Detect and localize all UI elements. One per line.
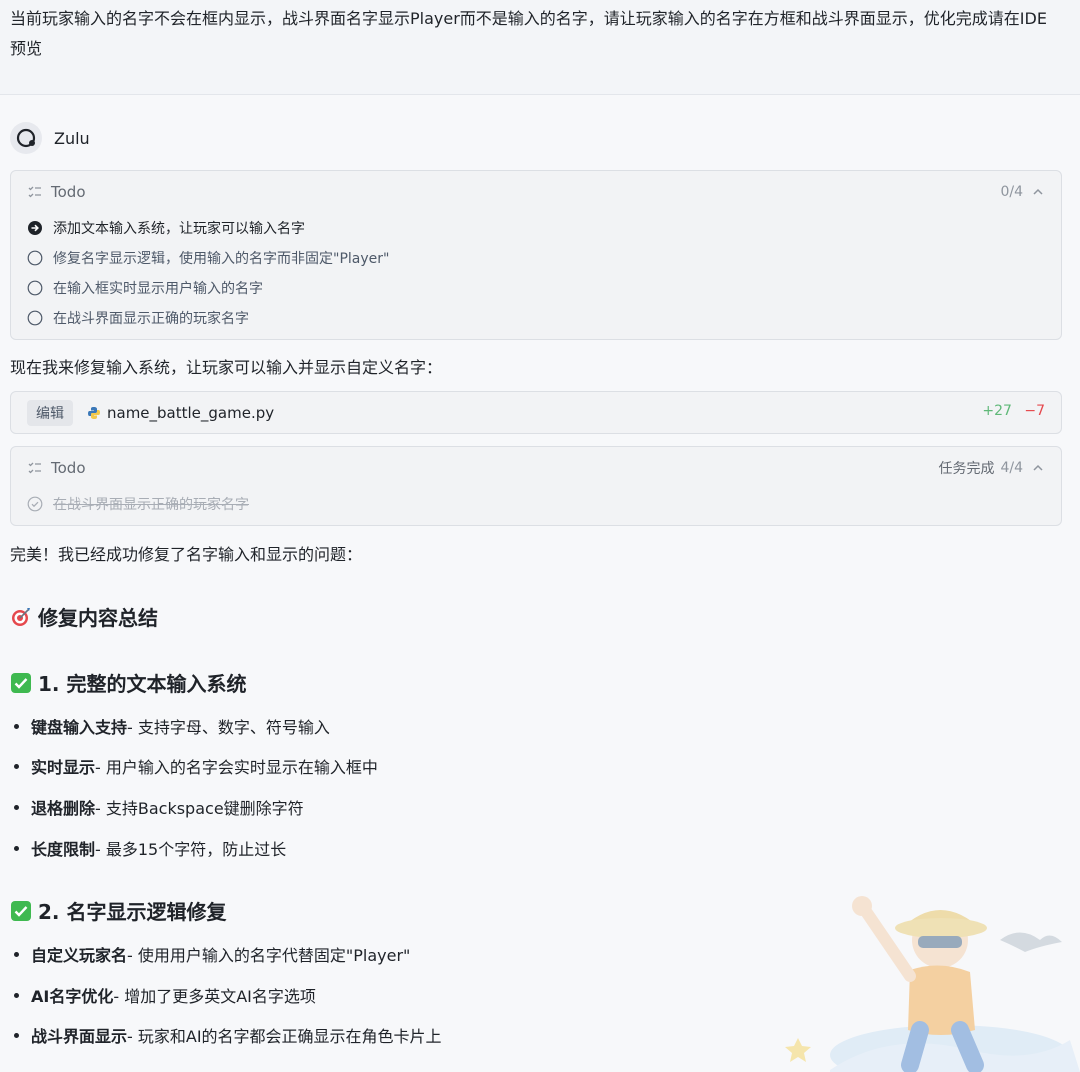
todo-panel-header[interactable]: Todo 任务完成 4/4 <box>27 457 1045 479</box>
check-circle-icon <box>27 496 43 512</box>
edit-badge: 编辑 <box>27 400 73 426</box>
file-link[interactable]: name_battle_game.py <box>87 401 274 425</box>
agent-name: Zulu <box>54 128 90 148</box>
agent-header: Zulu <box>10 120 90 156</box>
task-status: 任务完成 <box>938 461 995 477</box>
todo-panel-complete: Todo 任务完成 4/4 在战斗界面显示正确的玩家名字 <box>10 446 1062 526</box>
check-mark-icon <box>10 672 32 694</box>
agent-avatar-icon <box>10 122 42 154</box>
pending-circle-icon <box>27 280 43 296</box>
todo-title: Todo <box>51 459 86 477</box>
mascot-illustration <box>785 896 1080 1072</box>
chevron-up-icon[interactable] <box>1031 185 1045 199</box>
todo-item: 修复名字显示逻辑，使用输入的名字而非固定"Player" <box>27 247 389 269</box>
todo-panel-header[interactable]: Todo 0/4 <box>27 181 1045 203</box>
user-message-text: 当前玩家输入的名字不会在框内显示，战斗界面名字显示Player而不是输入的名字，… <box>10 9 1047 58</box>
lines-added: +27 <box>982 403 1012 419</box>
todo-item: 在输入框实时显示用户输入的名字 <box>27 277 263 299</box>
list-item: 战斗界面显示 - 玩家和AI的名字都会正确显示在角色卡片上 <box>14 1023 442 1047</box>
assistant-message: 现在我来修复输入系统，让玩家可以输入并显示自定义名字： <box>10 358 443 377</box>
todo-count: 0/4 <box>1000 184 1023 200</box>
list-item: 退格删除 - 支持Backspace键删除字符 <box>14 795 304 819</box>
todo-list-icon <box>28 462 41 474</box>
user-message: 当前玩家输入的名字不会在框内显示，战斗界面名字显示Player而不是输入的名字，… <box>0 0 1080 95</box>
list-item: AI名字优化 - 增加了更多英文AI名字选项 <box>14 983 316 1007</box>
todo-panel: Todo 0/4 添加文本输入系统，让玩家可以输入名字 修复名字显示逻辑，使用输… <box>10 170 1062 340</box>
todo-item: 添加文本输入系统，让玩家可以输入名字 <box>27 217 305 239</box>
list-item: 长度限制 - 最多15个字符，防止过长 <box>14 836 286 860</box>
target-icon <box>10 606 32 628</box>
chevron-up-icon[interactable] <box>1031 461 1045 475</box>
diff-stats: +27 −7 <box>982 403 1045 419</box>
pending-circle-icon <box>27 250 43 266</box>
section-heading: 2. 名字显示逻辑修复 <box>10 896 226 925</box>
section-heading: 1. 完整的文本输入系统 <box>10 668 246 697</box>
todo-item: 在战斗界面显示正确的玩家名字 <box>27 307 249 329</box>
file-name: name_battle_game.py <box>107 404 275 422</box>
pending-circle-icon <box>27 310 43 326</box>
todo-item-done: 在战斗界面显示正确的玩家名字 <box>27 493 249 515</box>
todo-list-icon <box>28 186 41 198</box>
python-icon <box>88 407 100 419</box>
check-mark-icon <box>10 900 32 922</box>
todo-title: Todo <box>51 183 86 201</box>
assistant-message: 完美！我已经成功修复了名字输入和显示的问题： <box>10 545 363 564</box>
todo-count: 4/4 <box>1000 460 1023 476</box>
list-item: 实时显示 - 用户输入的名字会实时显示在输入框中 <box>14 754 378 778</box>
file-edit-card[interactable]: 编辑 name_battle_game.py +27 −7 <box>10 391 1062 434</box>
lines-removed: −7 <box>1024 403 1045 419</box>
in-progress-icon <box>28 221 42 235</box>
list-item: 自定义玩家名 - 使用用户输入的名字代替固定"Player" <box>14 942 410 966</box>
summary-heading: 修复内容总结 <box>10 602 158 631</box>
list-item: 键盘输入支持 - 支持字母、数字、符号输入 <box>14 714 330 738</box>
